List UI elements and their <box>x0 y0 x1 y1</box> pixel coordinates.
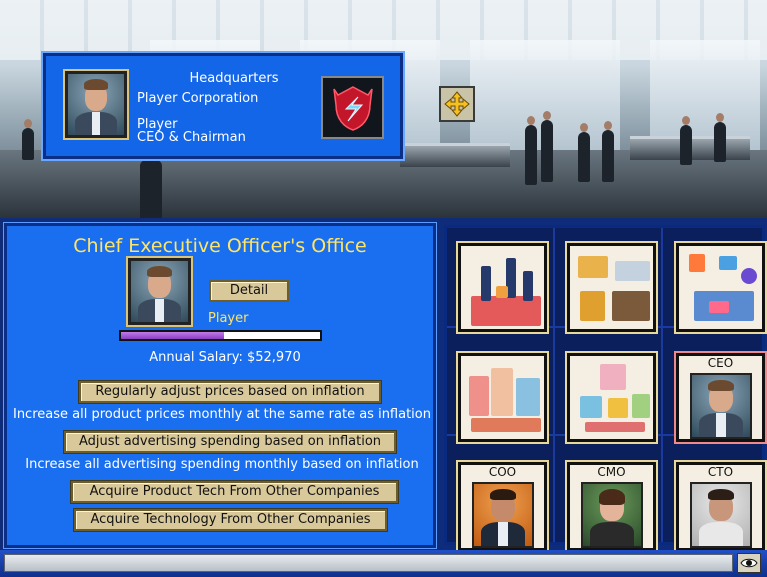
department-tile-technology[interactable] <box>674 241 767 334</box>
status-bar <box>0 550 767 577</box>
department-grid: CEO COO CMO CTO <box>444 225 767 553</box>
executives-illustration <box>461 246 544 329</box>
person-figure <box>714 113 726 162</box>
cmo-avatar <box>581 482 643 548</box>
ceo-office-panel: Chief Executive Officer's Office Detail … <box>3 222 437 549</box>
corporation-name: Player Corporation <box>137 91 259 106</box>
cto-label: CTO <box>707 465 734 479</box>
adjust-prices-inflation-button[interactable]: Regularly adjust prices based on inflati… <box>79 381 381 403</box>
technology-illustration <box>679 246 762 329</box>
ceo-label: CEO <box>707 356 734 370</box>
coo-tile[interactable]: COO <box>456 460 549 553</box>
lobby-floor <box>0 150 767 218</box>
annual-salary: Annual Salary: $52,970 <box>149 350 301 365</box>
adjust-advertising-description: Increase all advertising spending monthl… <box>25 457 419 472</box>
office-player-name: Player <box>208 311 249 326</box>
acquire-technology-button[interactable]: Acquire Technology From Other Companies <box>74 509 387 531</box>
eye-button[interactable] <box>737 553 761 573</box>
logo-icon <box>332 85 373 131</box>
cmo-tile[interactable]: CMO <box>565 460 658 553</box>
department-tile-finance[interactable] <box>565 241 658 334</box>
corporation-logo[interactable] <box>321 76 384 139</box>
detail-button[interactable]: Detail <box>209 280 289 302</box>
move-button[interactable] <box>439 86 475 122</box>
person-figure <box>578 123 590 182</box>
person-figure <box>525 116 537 185</box>
operations-illustration <box>570 356 653 439</box>
coo-label: COO <box>488 465 517 479</box>
department-tile-executives[interactable] <box>456 241 549 334</box>
adjust-prices-description: Increase all product prices monthly at t… <box>12 407 431 422</box>
finance-illustration <box>570 246 653 329</box>
move-arrows-icon <box>444 91 470 117</box>
avatar-image <box>68 74 124 135</box>
eye-icon <box>740 558 758 568</box>
person-figure <box>541 111 553 182</box>
player-avatar[interactable] <box>63 69 129 140</box>
reception-desk <box>400 143 510 167</box>
office-avatar[interactable] <box>126 256 193 327</box>
ceo-avatar <box>690 373 752 439</box>
salary-progress-bar <box>119 330 322 341</box>
cto-avatar <box>690 482 752 548</box>
headquarters-panel: Headquarters Player Corporation Player C… <box>41 51 405 161</box>
acquire-product-tech-button[interactable]: Acquire Product Tech From Other Companie… <box>71 481 398 503</box>
status-track <box>4 554 733 572</box>
person-figure <box>680 116 692 165</box>
cmo-label: CMO <box>597 465 626 479</box>
department-tile-marketing[interactable] <box>456 351 549 444</box>
office-title: Chief Executive Officer's Office <box>73 235 367 257</box>
person-figure <box>602 121 614 182</box>
person-figure <box>140 151 162 218</box>
player-role: CEO & Chairman <box>137 130 246 145</box>
hq-title: Headquarters <box>189 71 279 86</box>
avatar-image <box>131 261 188 322</box>
marketing-illustration <box>461 356 544 439</box>
adjust-advertising-inflation-button[interactable]: Adjust advertising spending based on inf… <box>64 431 396 453</box>
department-tile-operations[interactable] <box>565 351 658 444</box>
person-figure <box>22 119 34 160</box>
coo-avatar <box>472 482 534 548</box>
salary-progress-fill <box>121 332 225 339</box>
ceo-tile[interactable]: CEO <box>674 351 767 444</box>
cto-tile[interactable]: CTO <box>674 460 767 553</box>
